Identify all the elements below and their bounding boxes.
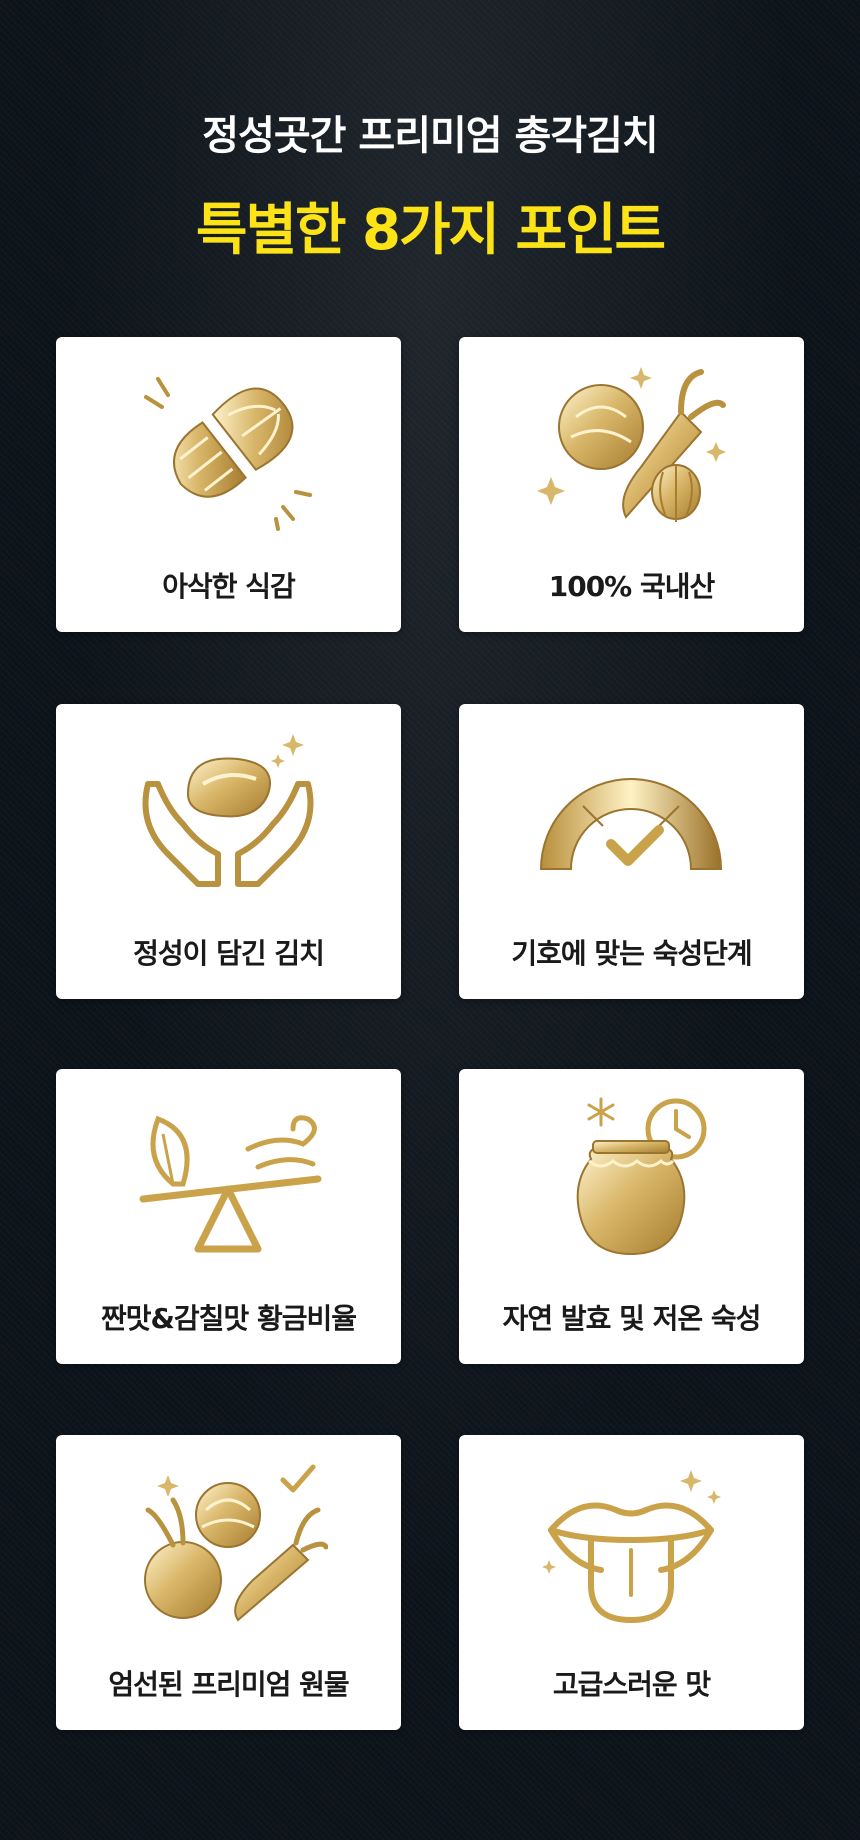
point-label: 정성이 담긴 김치 (133, 937, 325, 970)
point-label: 100% 국내산 (548, 570, 716, 603)
gauge-check-icon (539, 778, 723, 870)
point-card-ingredients: 엄선된 프리미엄 원물 (56, 1435, 401, 1730)
point-card-crunchy-texture: 아삭한 식감 (56, 337, 401, 632)
lips-tongue-icon (542, 1470, 721, 1624)
hands-holding-icon (142, 734, 314, 887)
points-grid: 아삭한 식감 100% 국내산 정성이 담긴 김치 기호에 맞는 숙성단계 짠맛… (0, 0, 860, 1840)
cabbage-crunch-icon (144, 377, 312, 531)
point-label: 짠맛&감칠맛 황금비율 (100, 1302, 357, 1335)
point-label: 자연 발효 및 저온 숙성 (502, 1302, 762, 1335)
balance-seesaw-icon (139, 1115, 322, 1253)
point-label: 고급스러운 맛 (552, 1668, 711, 1701)
point-card-fermentation: 자연 발효 및 저온 숙성 (459, 1069, 804, 1364)
radish-carrot-cabbage-icon (144, 1464, 328, 1622)
vegetables-sparkle-icon (537, 367, 726, 522)
point-card-care: 정성이 담긴 김치 (56, 704, 401, 999)
point-card-ripeness: 기호에 맞는 숙성단계 (459, 704, 804, 999)
point-label: 엄선된 프리미엄 원물 (108, 1668, 349, 1701)
jar-clock-snowflake-icon (576, 1097, 707, 1256)
point-label: 아삭한 식감 (162, 570, 296, 603)
point-label: 기호에 맞는 숙성단계 (511, 937, 752, 970)
point-card-balance: 짠맛&감칠맛 황금비율 (56, 1069, 401, 1364)
point-card-domestic: 100% 국내산 (459, 337, 804, 632)
point-card-taste: 고급스러운 맛 (459, 1435, 804, 1730)
